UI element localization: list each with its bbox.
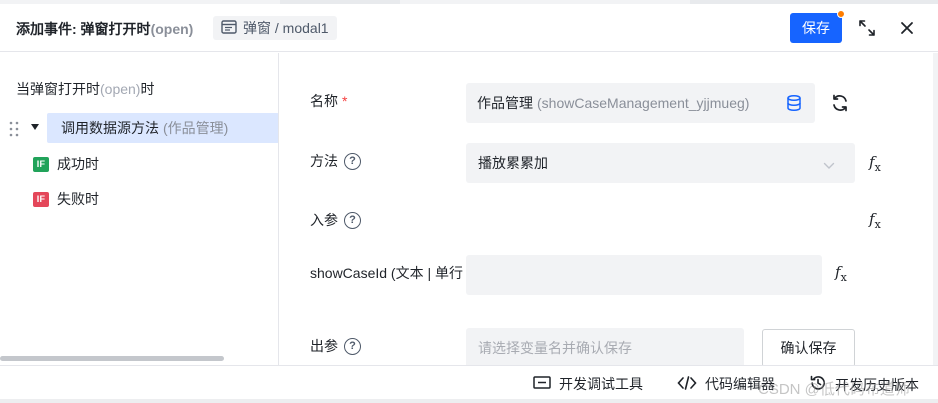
method-label-text: 方法 <box>310 153 338 169</box>
if-badge-icon: IF <box>33 191 49 207</box>
fx-sub: x <box>874 161 881 174</box>
tree-branch-success-label: 成功时 <box>57 156 99 172</box>
method-select[interactable]: 播放累累加 <box>466 143 855 183</box>
tree-node-label: 调用数据源方法 <box>61 120 159 136</box>
param-showcaseid-input[interactable] <box>466 255 822 295</box>
history-label: 开发历史版本 <box>835 376 919 393</box>
help-icon[interactable]: ? <box>344 152 361 170</box>
component-tag-label: 弹窗 / modal1 <box>243 20 329 36</box>
tree-root-trigger: (open) <box>100 81 141 97</box>
tree-root-suffix: 时 <box>140 81 155 97</box>
output-placeholder: 请选择变量名并确认保存 <box>478 340 632 356</box>
collapse-caret-icon[interactable] <box>31 124 39 130</box>
devtools-button[interactable]: 开发调试工具 <box>533 374 643 394</box>
tree-root-label: 当弹窗打开时 <box>16 81 100 97</box>
datasource-field[interactable]: 作品管理 (showCaseManagement_yjjmueg) <box>466 83 815 123</box>
horizontal-scrollbar[interactable] <box>0 356 224 361</box>
save-button[interactable]: 保存 <box>790 13 842 43</box>
monitor-icon <box>533 375 551 394</box>
output-params-label-text: 出参 <box>310 338 338 354</box>
code-editor-label: 代码编辑器 <box>705 376 775 392</box>
database-icon[interactable] <box>785 94 803 115</box>
config-form-panel: 名称 * 作品管理 (showCaseManagement_yjjmueg) 方法 … <box>280 53 938 365</box>
output-params-label: 出参 ? <box>310 336 361 356</box>
modal-header: 添加事件: 弹窗打开时(open) 弹窗 / modal1 保存 <box>0 4 938 52</box>
tree-root[interactable]: 当弹窗打开时(open)时 <box>16 79 154 99</box>
drag-handle-icon[interactable] <box>9 121 19 140</box>
modal-title-trigger: (open) <box>150 21 194 37</box>
history-icon <box>809 374 827 395</box>
component-tag: 弹窗 / modal1 <box>213 16 337 40</box>
help-icon[interactable]: ? <box>344 337 361 355</box>
output-variable-select[interactable]: 请选择变量名并确认保存 <box>466 328 744 365</box>
tree-node-sub: (作品管理) <box>163 120 229 136</box>
bottom-toolbar: 开发调试工具 代码编辑器 开发历史版本 CSDN @低代码布道师 <box>0 365 938 403</box>
maximize-icon[interactable] <box>857 18 877 38</box>
name-label: 名称 * <box>310 91 347 111</box>
fx-icon[interactable]: fx <box>869 210 881 231</box>
required-mark: * <box>342 93 348 109</box>
unsaved-dot <box>837 10 845 18</box>
confirm-save-button[interactable]: 确认保存 <box>762 329 855 365</box>
bottom-edge <box>0 399 938 403</box>
param-showcaseid-label: showCaseId (文本 | 单行 <box>310 263 463 283</box>
code-icon <box>677 375 697 394</box>
fx-sub: x <box>874 218 881 231</box>
input-params-label: 入参 ? <box>310 210 361 230</box>
close-icon[interactable] <box>897 18 917 38</box>
if-badge-icon: IF <box>33 156 49 172</box>
vertical-scrollbar[interactable] <box>933 53 938 365</box>
tree-node-call-datasource[interactable]: 调用数据源方法 (作品管理) <box>47 113 278 143</box>
param-showcaseid-label-text: showCaseId (文本 | 单行 <box>310 265 463 281</box>
tree-branch-fail[interactable]: IF 失败时 <box>33 189 99 209</box>
help-icon[interactable]: ? <box>344 211 361 229</box>
event-tree-panel: 当弹窗打开时(open)时 调用数据源方法 (作品管理) IF 成功时 IF 失败… <box>0 53 279 365</box>
modal-component-icon <box>221 19 237 37</box>
fx-icon[interactable]: fx <box>835 263 847 284</box>
fx-icon[interactable]: fx <box>869 153 881 174</box>
refresh-icon[interactable] <box>830 93 850 116</box>
datasource-value: 作品管理 <box>477 95 533 111</box>
method-value: 播放累累加 <box>478 155 548 171</box>
name-label-text: 名称 <box>310 93 338 109</box>
tree-branch-success[interactable]: IF 成功时 <box>33 154 99 174</box>
chevron-down-icon <box>823 157 835 173</box>
tree-branch-fail-label: 失败时 <box>57 191 99 207</box>
method-label: 方法 ? <box>310 151 361 171</box>
fx-sub: x <box>840 271 847 284</box>
datasource-sub: (showCaseManagement_yjjmueg) <box>537 95 750 111</box>
input-params-label-text: 入参 <box>310 212 338 228</box>
modal-title: 添加事件: 弹窗打开时(open) <box>16 19 193 39</box>
history-button[interactable]: 开发历史版本 <box>809 374 919 395</box>
code-editor-button[interactable]: 代码编辑器 <box>677 374 775 394</box>
devtools-label: 开发调试工具 <box>559 376 643 392</box>
modal-title-text: 添加事件: 弹窗打开时 <box>16 21 151 37</box>
